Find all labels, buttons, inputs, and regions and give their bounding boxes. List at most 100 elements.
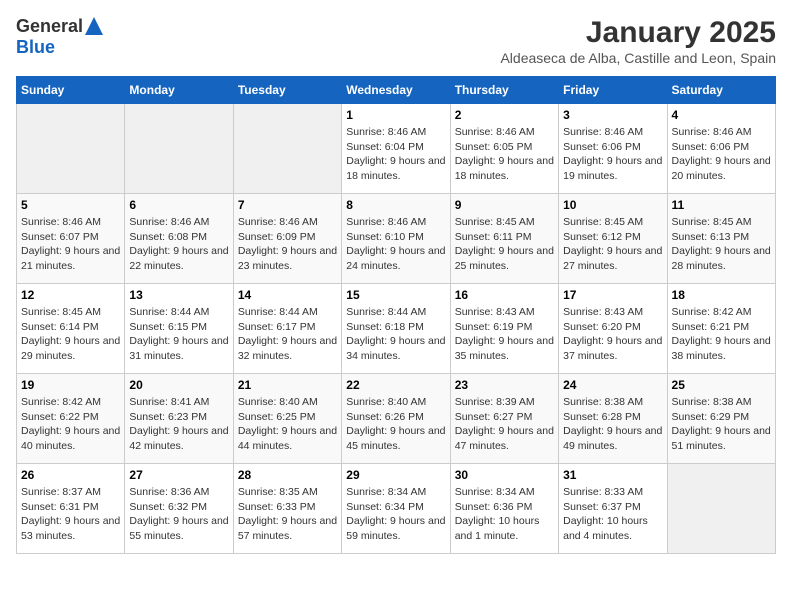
calendar-cell: 1 Sunrise: 8:46 AMSunset: 6:04 PMDaylight…	[342, 104, 450, 194]
logo-blue: Blue	[16, 37, 55, 57]
day-number: 4	[672, 108, 771, 122]
day-number: 27	[129, 468, 228, 482]
day-number: 20	[129, 378, 228, 392]
cell-info: Sunrise: 8:45 AMSunset: 6:11 PMDaylight:…	[455, 215, 554, 274]
day-number: 8	[346, 198, 445, 212]
calendar-cell	[233, 104, 341, 194]
calendar-cell	[17, 104, 125, 194]
calendar-cell: 19 Sunrise: 8:42 AMSunset: 6:22 PMDayligh…	[17, 374, 125, 464]
day-number: 25	[672, 378, 771, 392]
cell-info: Sunrise: 8:46 AMSunset: 6:08 PMDaylight:…	[129, 215, 228, 274]
calendar-title: January 2025	[500, 16, 776, 50]
calendar-cell: 7 Sunrise: 8:46 AMSunset: 6:09 PMDaylight…	[233, 194, 341, 284]
day-number: 3	[563, 108, 662, 122]
cell-info: Sunrise: 8:34 AMSunset: 6:34 PMDaylight:…	[346, 485, 445, 544]
cell-info: Sunrise: 8:46 AMSunset: 6:10 PMDaylight:…	[346, 215, 445, 274]
calendar-cell: 8 Sunrise: 8:46 AMSunset: 6:10 PMDaylight…	[342, 194, 450, 284]
cell-info: Sunrise: 8:39 AMSunset: 6:27 PMDaylight:…	[455, 395, 554, 454]
day-of-week-header: Sunday	[17, 77, 125, 104]
cell-info: Sunrise: 8:35 AMSunset: 6:33 PMDaylight:…	[238, 485, 337, 544]
cell-info: Sunrise: 8:43 AMSunset: 6:19 PMDaylight:…	[455, 305, 554, 364]
cell-info: Sunrise: 8:42 AMSunset: 6:22 PMDaylight:…	[21, 395, 120, 454]
calendar-cell: 23 Sunrise: 8:39 AMSunset: 6:27 PMDayligh…	[450, 374, 558, 464]
calendar-cell: 27Sunrise: 8:36 AMSunset: 6:32 PMDayligh…	[125, 464, 233, 554]
calendar-cell: 26Sunrise: 8:37 AMSunset: 6:31 PMDayligh…	[17, 464, 125, 554]
cell-info: Sunrise: 8:46 AMSunset: 6:06 PMDaylight:…	[672, 125, 771, 184]
day-of-week-header: Thursday	[450, 77, 558, 104]
calendar-cell: 21 Sunrise: 8:40 AMSunset: 6:25 PMDayligh…	[233, 374, 341, 464]
cell-info: Sunrise: 8:45 AMSunset: 6:13 PMDaylight:…	[672, 215, 771, 274]
day-number: 10	[563, 198, 662, 212]
cell-info: Sunrise: 8:44 AMSunset: 6:18 PMDaylight:…	[346, 305, 445, 364]
calendar-cell: 28 Sunrise: 8:35 AMSunset: 6:33 PMDayligh…	[233, 464, 341, 554]
cell-info: Sunrise: 8:33 AMSunset: 6:37 PMDaylight:…	[563, 485, 662, 544]
cell-info: Sunrise: 8:45 AMSunset: 6:12 PMDaylight:…	[563, 215, 662, 274]
day-of-week-header: Saturday	[667, 77, 775, 104]
calendar-cell: 20Sunrise: 8:41 AMSunset: 6:23 PMDayligh…	[125, 374, 233, 464]
calendar-cell: 11 Sunrise: 8:45 AMSunset: 6:13 PMDayligh…	[667, 194, 775, 284]
day-number: 31	[563, 468, 662, 482]
calendar-cell: 22 Sunrise: 8:40 AMSunset: 6:26 PMDayligh…	[342, 374, 450, 464]
cell-info: Sunrise: 8:43 AMSunset: 6:20 PMDaylight:…	[563, 305, 662, 364]
logo-triangle-icon	[85, 17, 103, 35]
day-number: 9	[455, 198, 554, 212]
calendar-cell: 16 Sunrise: 8:43 AMSunset: 6:19 PMDayligh…	[450, 284, 558, 374]
day-number: 30	[455, 468, 554, 482]
calendar-cell: 25 Sunrise: 8:38 AMSunset: 6:29 PMDayligh…	[667, 374, 775, 464]
calendar-cell: 30 Sunrise: 8:34 AMSunset: 6:36 PMDayligh…	[450, 464, 558, 554]
day-number: 15	[346, 288, 445, 302]
calendar-cell: 6 Sunrise: 8:46 AMSunset: 6:08 PMDaylight…	[125, 194, 233, 284]
calendar-table: SundayMondayTuesdayWednesdayThursdayFrid…	[16, 76, 776, 554]
cell-info: Sunrise: 8:40 AMSunset: 6:25 PMDaylight:…	[238, 395, 337, 454]
calendar-cell	[667, 464, 775, 554]
calendar-cell: 3 Sunrise: 8:46 AMSunset: 6:06 PMDaylight…	[559, 104, 667, 194]
day-number: 11	[672, 198, 771, 212]
calendar-header: SundayMondayTuesdayWednesdayThursdayFrid…	[17, 77, 776, 104]
calendar-cell: 10 Sunrise: 8:45 AMSunset: 6:12 PMDayligh…	[559, 194, 667, 284]
cell-info: Sunrise: 8:42 AMSunset: 6:21 PMDaylight:…	[672, 305, 771, 364]
day-number: 14	[238, 288, 337, 302]
day-number: 22	[346, 378, 445, 392]
day-of-week-header: Wednesday	[342, 77, 450, 104]
calendar-cell: 24Sunrise: 8:38 AMSunset: 6:28 PMDayligh…	[559, 374, 667, 464]
day-number: 21	[238, 378, 337, 392]
day-number: 17	[563, 288, 662, 302]
day-of-week-header: Tuesday	[233, 77, 341, 104]
cell-info: Sunrise: 8:37 AMSunset: 6:31 PMDaylight:…	[21, 485, 120, 544]
cell-info: Sunrise: 8:38 AMSunset: 6:29 PMDaylight:…	[672, 395, 771, 454]
cell-info: Sunrise: 8:34 AMSunset: 6:36 PMDaylight:…	[455, 485, 554, 544]
day-number: 6	[129, 198, 228, 212]
cell-info: Sunrise: 8:45 AMSunset: 6:14 PMDaylight:…	[21, 305, 120, 364]
day-number: 7	[238, 198, 337, 212]
cell-info: Sunrise: 8:46 AMSunset: 6:06 PMDaylight:…	[563, 125, 662, 184]
calendar-cell: 14 Sunrise: 8:44 AMSunset: 6:17 PMDayligh…	[233, 284, 341, 374]
day-number: 23	[455, 378, 554, 392]
calendar-cell: 17 Sunrise: 8:43 AMSunset: 6:20 PMDayligh…	[559, 284, 667, 374]
logo-general: General	[16, 16, 83, 37]
calendar-cell: 31 Sunrise: 8:33 AMSunset: 6:37 PMDayligh…	[559, 464, 667, 554]
cell-info: Sunrise: 8:44 AMSunset: 6:17 PMDaylight:…	[238, 305, 337, 364]
day-number: 2	[455, 108, 554, 122]
calendar-cell: 15 Sunrise: 8:44 AMSunset: 6:18 PMDayligh…	[342, 284, 450, 374]
day-number: 24	[563, 378, 662, 392]
day-of-week-header: Monday	[125, 77, 233, 104]
cell-info: Sunrise: 8:40 AMSunset: 6:26 PMDaylight:…	[346, 395, 445, 454]
day-number: 1	[346, 108, 445, 122]
title-area: January 2025 Aldeaseca de Alba, Castille…	[500, 16, 776, 66]
day-number: 28	[238, 468, 337, 482]
calendar-cell: 13Sunrise: 8:44 AMSunset: 6:15 PMDayligh…	[125, 284, 233, 374]
calendar-cell: 18Sunrise: 8:42 AMSunset: 6:21 PMDayligh…	[667, 284, 775, 374]
day-number: 13	[129, 288, 228, 302]
calendar-cell: 9 Sunrise: 8:45 AMSunset: 6:11 PMDaylight…	[450, 194, 558, 284]
calendar-cell	[125, 104, 233, 194]
cell-info: Sunrise: 8:46 AMSunset: 6:09 PMDaylight:…	[238, 215, 337, 274]
day-of-week-header: Friday	[559, 77, 667, 104]
day-number: 16	[455, 288, 554, 302]
logo: General Blue	[16, 16, 103, 58]
calendar-cell: 4 Sunrise: 8:46 AMSunset: 6:06 PMDaylight…	[667, 104, 775, 194]
day-number: 19	[21, 378, 120, 392]
calendar-cell: 5 Sunrise: 8:46 AMSunset: 6:07 PMDaylight…	[17, 194, 125, 284]
day-number: 5	[21, 198, 120, 212]
cell-info: Sunrise: 8:46 AMSunset: 6:07 PMDaylight:…	[21, 215, 120, 274]
cell-info: Sunrise: 8:46 AMSunset: 6:04 PMDaylight:…	[346, 125, 445, 184]
